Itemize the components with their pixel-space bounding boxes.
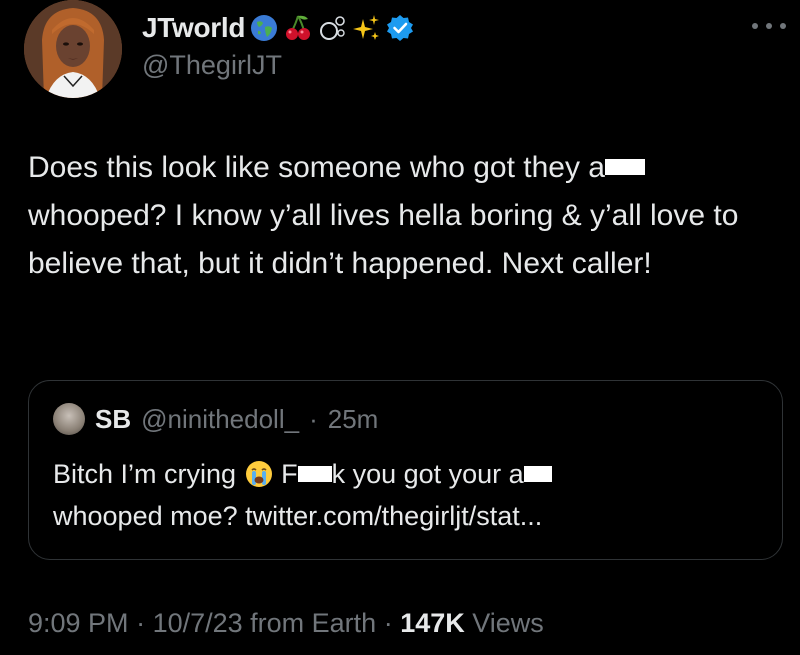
avatar-image [24, 0, 122, 98]
tweet-text-part2: whooped? I know y’all lives hella boring… [28, 199, 739, 280]
quoted-tweet-time[interactable]: 25m [328, 404, 379, 435]
quoted-text-part1: Bitch I’m crying [53, 459, 237, 489]
separator-dot: · [128, 608, 153, 638]
quoted-author-handle[interactable]: @ninithedoll_ [141, 404, 299, 435]
sparkles-icon [351, 13, 381, 43]
quoted-text-part2: F [281, 459, 298, 489]
censor-bar [605, 159, 645, 176]
tweet-source: from Earth [242, 608, 377, 638]
globe-icon [249, 13, 279, 43]
tweet-time[interactable]: 9:09 PM [28, 608, 129, 638]
views-label: Views [464, 608, 544, 638]
loudly-crying-face-icon [244, 459, 274, 489]
separator-dot: · [376, 608, 401, 638]
tweet: JTworld @ThegirlJT Does this look like s… [0, 0, 800, 655]
quoted-text-part4[interactable]: whooped moe? twitter.com/thegirljt/stat.… [53, 501, 542, 531]
censor-bar [297, 465, 332, 482]
quoted-tweet-header: SB @ninithedoll_ · 25m [53, 403, 378, 435]
cherries-icon [283, 13, 313, 43]
tweet-meta: 9:09 PM · 10/7/23 from Earth · 147K View… [28, 608, 544, 639]
verified-badge-icon[interactable] [385, 13, 415, 43]
quoted-tweet[interactable]: SB @ninithedoll_ · 25m Bitch I’m crying … [28, 380, 783, 560]
bubbles-icon [317, 13, 347, 43]
quoted-tweet-text: Bitch I’m crying Fk you got your a whoope… [53, 453, 763, 537]
author-avatar[interactable] [24, 0, 122, 98]
author-name-row[interactable]: JTworld [142, 8, 415, 48]
censor-bar [523, 465, 552, 482]
tweet-date[interactable]: 10/7/23 [153, 608, 243, 638]
author-handle[interactable]: @ThegirlJT [142, 50, 282, 81]
more-options-icon[interactable] [752, 20, 786, 32]
tweet-text: Does this look like someone who got they… [28, 144, 778, 288]
quoted-author-avatar[interactable] [53, 403, 85, 435]
author-display-name[interactable]: JTworld [142, 12, 245, 44]
quoted-author-name[interactable]: SB [95, 404, 131, 435]
views-count[interactable]: 147K [400, 608, 465, 638]
separator-dot: · [309, 403, 318, 434]
quoted-text-part3: k you got your a [331, 459, 524, 489]
tweet-text-part1: Does this look like someone who got they… [28, 151, 605, 184]
